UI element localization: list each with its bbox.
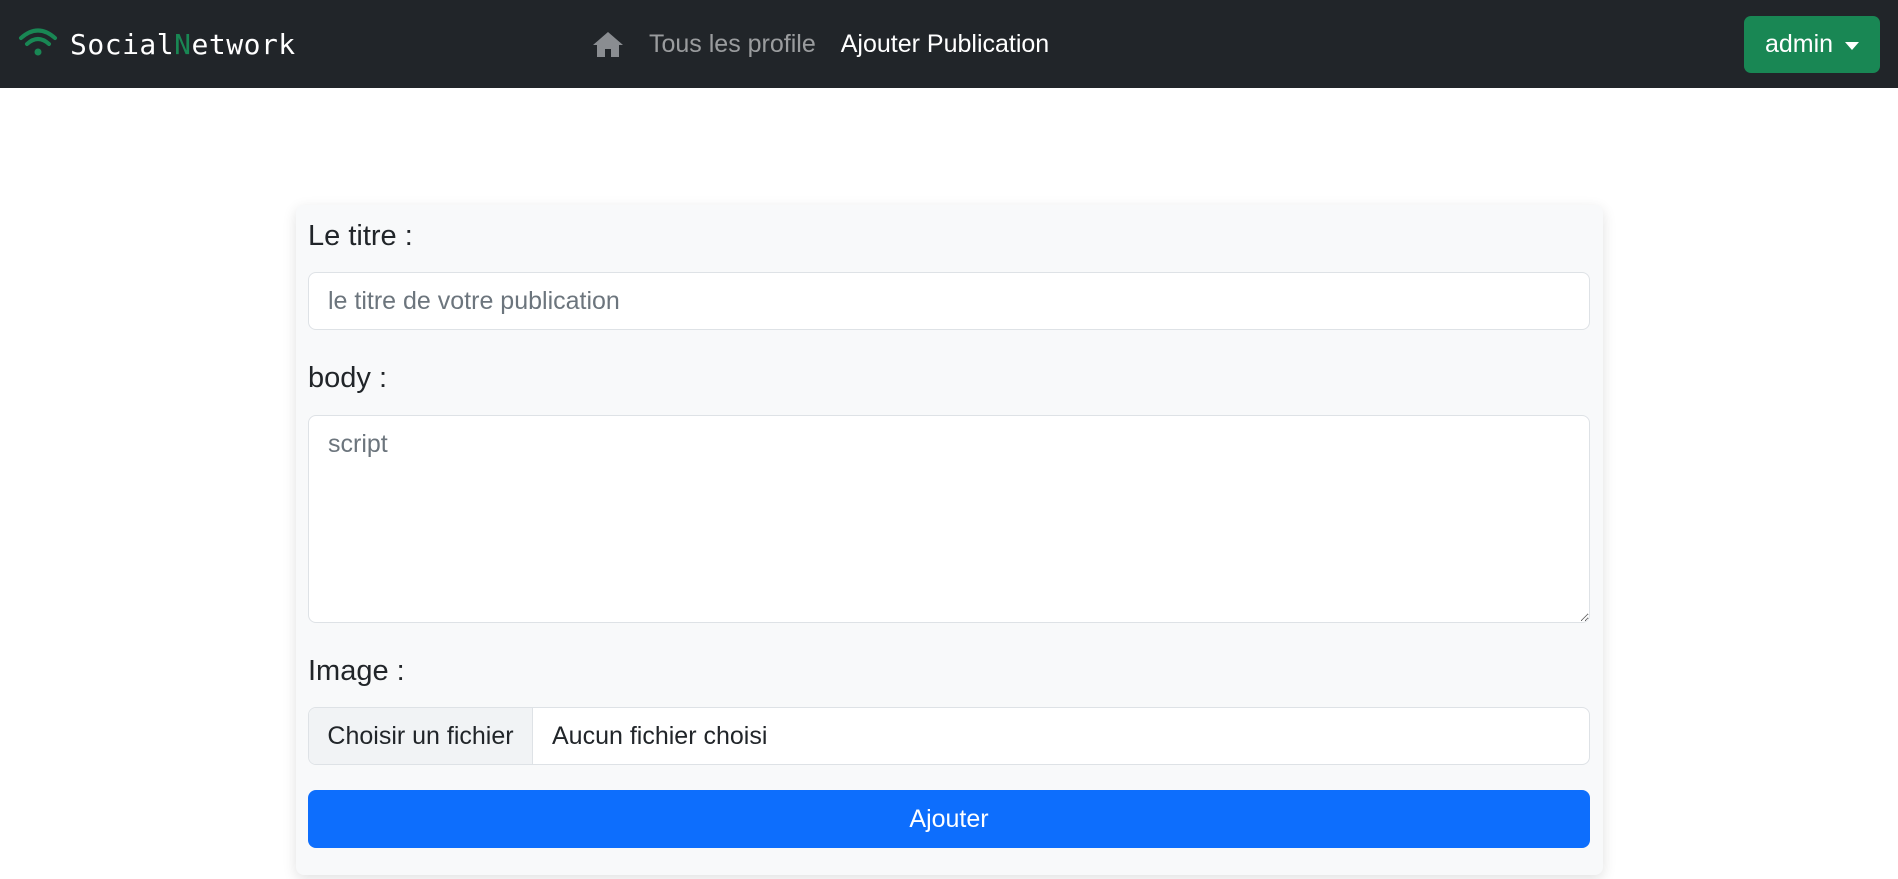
file-status: Aucun fichier choisi: [552, 721, 768, 750]
brand-name: SocialNetwork: [70, 27, 296, 61]
wifi-icon: [18, 26, 58, 63]
user-menu-label: admin: [1764, 30, 1834, 58]
body-label: body :: [308, 362, 387, 394]
nav-link-tous-les-profile[interactable]: Tous les profile: [649, 30, 816, 59]
brand[interactable]: SocialNetwork: [18, 0, 296, 88]
navbar: SocialNetwork Tous les profile Ajouter P…: [0, 0, 1898, 88]
submit-button[interactable]: Ajouter: [308, 790, 1590, 848]
image-label: Image :: [308, 655, 405, 687]
home-icon[interactable]: [592, 28, 624, 60]
title-label: Le titre :: [308, 220, 413, 252]
user-menu-button[interactable]: admin: [1744, 16, 1880, 73]
publication-form-card: Le titre : body : Image : Choisir un fic…: [296, 205, 1603, 875]
nav-links: Tous les profile Ajouter Publication: [592, 0, 1049, 88]
image-file-input[interactable]: Choisir un fichier Aucun fichier choisi: [308, 707, 1590, 765]
caret-down-icon: [1845, 41, 1860, 50]
title-input[interactable]: [308, 272, 1590, 330]
nav-link-ajouter-publication[interactable]: Ajouter Publication: [841, 30, 1049, 59]
body-textarea[interactable]: [308, 415, 1590, 623]
choose-file-button[interactable]: Choisir un fichier: [309, 708, 533, 764]
